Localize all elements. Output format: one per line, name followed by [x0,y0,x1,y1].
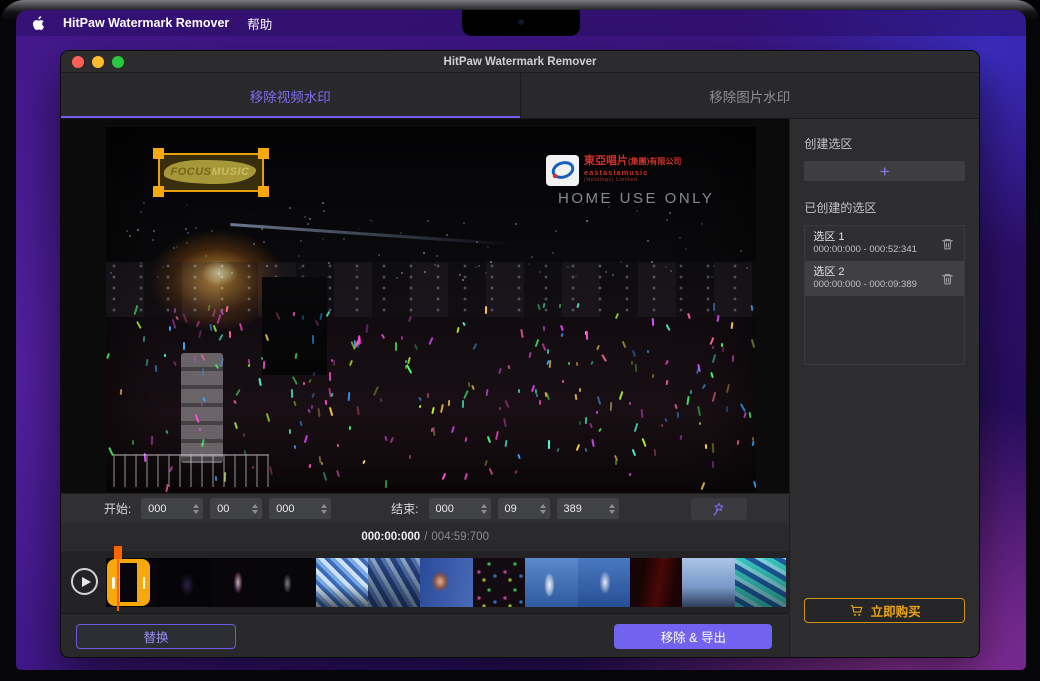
timeline-thumbnail [368,558,420,607]
timeline-thumbnail [420,558,472,607]
timeline-strip[interactable] [106,558,786,607]
trim-range-bracket[interactable] [107,559,150,606]
zoom-button[interactable] [112,56,124,68]
sidebar: 创建选区 + 已创建的选区 选区 1 000:00:000 - 000:52:3… [789,119,979,657]
traffic-lights [72,56,124,68]
app-window: HitPaw Watermark Remover 移除视频水印 移除图片水印 [60,50,980,658]
total-duration: 004:59:700 [431,531,489,543]
play-button[interactable] [71,568,98,595]
apple-menu-icon[interactable] [32,16,45,31]
tab-remove-image-watermark[interactable]: 移除图片水印 [520,73,980,118]
timeline-thumbnail [158,558,210,607]
spinner-arrows-icon[interactable] [609,504,615,514]
replace-button[interactable]: 替换 [76,624,236,649]
timeline-thumbnail [316,558,368,607]
trash-icon [941,237,954,251]
timeline-thumbnail [525,558,577,607]
spinner-arrows-icon[interactable] [481,504,487,514]
selection-item-2[interactable]: 选区 2 000:00:000 - 000:09:389 [805,261,964,296]
focus-music-watermark: FOCUSMUSIC [164,160,256,184]
playhead-handle[interactable] [114,546,122,559]
end-label: 结束: [391,500,418,517]
camera-dot [518,19,524,25]
start-label: 开始: [104,500,131,517]
menubar-item-help[interactable]: 帮助 [247,14,272,33]
star-magnifier-icon [711,501,727,517]
playhead[interactable] [117,553,119,611]
delete-selection-button[interactable] [939,235,956,253]
shopping-cart-icon [849,603,864,618]
selection-list: 选区 1 000:00:000 - 000:52:341 选区 2 000:00… [804,225,965,365]
title-bar: HitPaw Watermark Remover [61,51,979,73]
play-icon [82,577,91,587]
remove-export-button[interactable]: 移除 & 导出 [614,624,772,649]
selection-item-1[interactable]: 选区 1 000:00:000 - 000:52:341 [805,226,964,261]
start-seconds-spinner[interactable]: 00 [210,498,262,519]
create-selection-label: 创建选区 [804,135,965,152]
buy-now-button[interactable]: 立即购买 [804,598,965,623]
desktop: HitPaw Watermark Remover 帮助 HitPaw Water… [16,10,1026,670]
add-selection-button[interactable]: + [804,161,965,181]
spinner-arrows-icon[interactable] [193,504,199,514]
timeline-thumbnail [682,558,734,607]
selection-handle-bottom-left[interactable] [153,186,164,197]
menubar-app-name[interactable]: HitPaw Watermark Remover [63,16,229,30]
timeline-thumbnail [630,558,682,607]
start-millis-spinner[interactable]: 000 [269,498,331,519]
preview-effect-button[interactable] [691,498,747,520]
selection-handle-top-left[interactable] [153,148,164,159]
broadcaster-watermark: 東亞唱片(集團)有限公司 eastasiamusic (Holdings) Li… [546,155,746,207]
start-minutes-spinner[interactable]: 000 [141,498,203,519]
window-title: HitPaw Watermark Remover [61,56,979,68]
trim-controls-bar: 开始: 000 00 000 结束: [61,493,789,523]
timeline-thumbnail [211,558,263,607]
spinner-arrows-icon[interactable] [321,504,327,514]
main-panel: 東亞唱片(集團)有限公司 eastasiamusic (Holdings) Li… [61,119,789,657]
broadcaster-logo-icon [546,155,579,186]
timeline-thumbnail [263,558,315,607]
trash-icon [941,272,954,286]
timeline-thumbnail [473,558,525,607]
close-button[interactable] [72,56,84,68]
end-seconds-spinner[interactable]: 09 [498,498,550,519]
home-use-only-watermark: HOME USE ONLY [558,190,746,207]
tab-bar: 移除视频水印 移除图片水印 [61,73,979,119]
barrier-fence [113,454,269,487]
camera-notch [462,10,580,36]
timeline-thumbnail [735,558,786,607]
timeline-thumbnail [578,558,630,607]
tab-remove-video-watermark[interactable]: 移除视频水印 [61,73,520,118]
watermark-selection-box[interactable]: FOCUSMUSIC [158,153,264,192]
minimize-button[interactable] [92,56,104,68]
video-frame[interactable]: 東亞唱片(集團)有限公司 eastasiamusic (Holdings) Li… [106,127,756,492]
spinner-arrows-icon[interactable] [252,504,258,514]
spinner-arrows-icon[interactable] [540,504,546,514]
created-selections-label: 已创建的选区 [804,199,965,216]
selection-handle-top-right[interactable] [258,148,269,159]
selection-handle-bottom-right[interactable] [258,186,269,197]
end-millis-spinner[interactable]: 389 [557,498,619,519]
delete-selection-button[interactable] [939,270,956,288]
time-display-row: 000:00:000 / 004:59:700 [61,523,789,551]
video-viewport: 東亞唱片(集團)有限公司 eastasiamusic (Holdings) Li… [61,119,789,493]
current-time: 000:00:000 [361,531,420,543]
timeline-row [61,551,789,613]
footer-bar: 替换 移除 & 导出 [61,613,789,658]
end-minutes-spinner[interactable]: 000 [429,498,491,519]
